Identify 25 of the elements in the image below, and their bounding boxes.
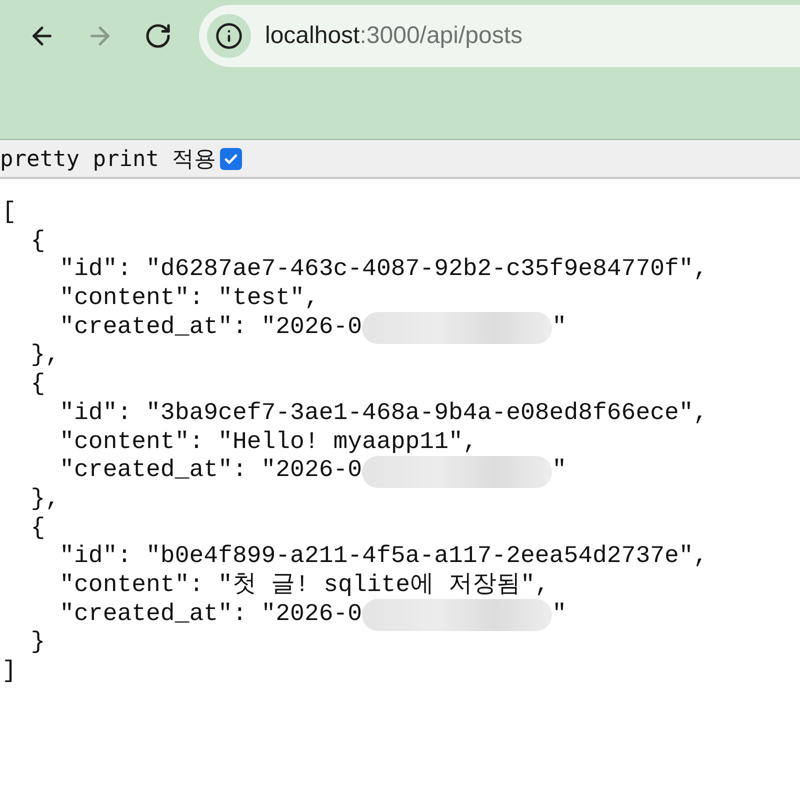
json-line: ": [552, 314, 566, 342]
json-line: "id": "b0e4f899-a211-4f5a-a117-2eea54d2737e",: [58, 543, 708, 572]
json-line: "created_at": "2026-0: [58, 600, 362, 630]
info-icon[interactable]: [207, 14, 251, 58]
url-text: localhost:3000/api/posts: [265, 22, 523, 50]
json-line: "id": "d6287ae7-463c-4087-92b2-c35f9e84770f",: [58, 256, 708, 286]
json-line: "content": "Hello! myaapp11",: [58, 428, 478, 458]
pretty-print-label: pretty print 적용: [0, 146, 216, 174]
json-line: "created_at": "2026-0: [58, 457, 362, 486]
json-line: "id": "3ba9cef7-3ae1-468a-9b4a-e08ed8f66ece",: [58, 400, 708, 429]
json-line: ": [552, 600, 566, 630]
json-line: [: [2, 199, 16, 228]
json-line: {: [30, 514, 46, 544]
json-line: "content": "첫 글! sqlite에 저장됨",: [58, 572, 550, 601]
json-line: "created_at": "2026-0: [58, 314, 362, 342]
json-line: }: [30, 629, 46, 658]
pretty-print-checkbox[interactable]: [220, 148, 242, 170]
json-line: {: [30, 228, 46, 256]
json-line: "content": "test",: [58, 285, 319, 314]
json-line: },: [30, 486, 60, 515]
json-line: {: [30, 371, 46, 400]
json-line: ]: [2, 658, 16, 687]
address-bar[interactable]: localhost:3000/api/posts: [199, 5, 800, 67]
json-line: },: [30, 342, 60, 372]
json-line: ": [552, 457, 566, 486]
